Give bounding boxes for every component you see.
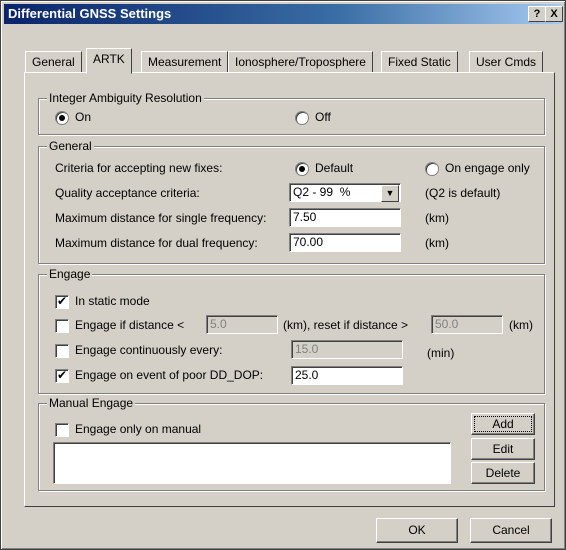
tab-page-artk: Integer Ambiguity Resolution On Off Gene… <box>24 72 555 507</box>
engage-only-manual-label: Engage only on manual <box>75 422 202 436</box>
single-frequency-input[interactable]: 7.50 <box>289 208 401 227</box>
integer-ambiguity-title: Integer Ambiguity Resolution <box>47 91 204 105</box>
quality-note: (Q2 is default) <box>425 186 501 200</box>
ambiguity-off-radio[interactable] <box>295 111 309 125</box>
title-bar: Differential GNSS Settings ? X <box>4 4 563 24</box>
add-button[interactable]: Add <box>471 413 535 435</box>
close-button[interactable]: X <box>545 6 563 22</box>
dual-frequency-label: Maximum distance for dual frequency: <box>55 236 258 250</box>
engage-distance-label: Engage if distance < <box>75 318 185 332</box>
continuous-engage-unit: (min) <box>427 346 455 360</box>
tab-user-cmds[interactable]: User Cmds <box>469 51 544 73</box>
poor-ddop-label: Engage on event of poor DD_DOP: <box>75 368 264 382</box>
poor-ddop-checkbox[interactable] <box>55 368 69 383</box>
edit-button[interactable]: Edit <box>471 438 535 460</box>
quality-select-value: Q2 - 99 % <box>293 185 351 199</box>
criteria-label: Criteria for accepting new fixes: <box>55 161 223 175</box>
criteria-default-label: Default <box>315 161 354 175</box>
tab-fixed-static[interactable]: Fixed Static <box>381 51 458 73</box>
reset-distance-input[interactable]: 50.0 <box>431 315 503 334</box>
engage-group: Engage In static mode Engage if distance… <box>38 267 545 394</box>
engage-distance-input[interactable]: 5.0 <box>206 315 278 334</box>
chevron-down-icon[interactable]: ▼ <box>381 185 399 202</box>
cancel-button[interactable]: Cancel <box>470 518 552 543</box>
single-frequency-label: Maximum distance for single frequency: <box>55 211 267 225</box>
general-group-title: General <box>47 139 94 153</box>
quality-select[interactable]: Q2 - 99 % ▼ <box>289 183 401 202</box>
dual-frequency-input[interactable]: 70.00 <box>289 233 401 252</box>
continuous-engage-label: Engage continuously every: <box>75 343 223 357</box>
criteria-engage-only-label: On engage only <box>445 161 530 175</box>
continuous-engage-checkbox[interactable] <box>55 344 69 358</box>
ok-button[interactable]: OK <box>376 518 458 543</box>
reset-distance-label: (km), reset if distance > <box>283 318 409 332</box>
engage-only-manual-checkbox[interactable] <box>55 423 69 437</box>
static-mode-checkbox[interactable] <box>55 294 69 309</box>
engage-distance-checkbox[interactable] <box>55 319 69 333</box>
quality-label: Quality acceptance criteria: <box>55 186 200 200</box>
tab-ionosphere-troposphere[interactable]: Ionosphere/Troposphere <box>228 51 373 73</box>
tab-measurement[interactable]: Measurement <box>141 51 229 73</box>
manual-engage-group: Manual Engage Engage only on manual Add … <box>38 396 545 491</box>
delete-button[interactable]: Delete <box>471 462 535 484</box>
continuous-engage-input[interactable]: 15.0 <box>291 340 403 359</box>
manual-engage-title: Manual Engage <box>47 396 136 410</box>
ambiguity-on-radio[interactable] <box>55 111 69 125</box>
dialog-window: Differential GNSS Settings ? X General A… <box>0 0 566 550</box>
static-mode-label: In static mode <box>75 294 150 308</box>
tab-general[interactable]: General <box>25 51 82 73</box>
ambiguity-off-label: Off <box>315 110 331 124</box>
help-button[interactable]: ? <box>528 6 546 22</box>
poor-ddop-input[interactable]: 25.0 <box>291 366 403 385</box>
manual-engage-list[interactable] <box>53 442 451 484</box>
window-title: Differential GNSS Settings <box>8 6 172 21</box>
general-group: General Criteria for accepting new fixes… <box>38 139 545 264</box>
engage-group-title: Engage <box>47 267 93 281</box>
criteria-default-radio[interactable] <box>295 162 309 176</box>
tab-artk[interactable]: ARTK <box>86 48 132 74</box>
dual-frequency-unit: (km) <box>425 236 449 250</box>
ambiguity-on-label: On <box>75 110 92 124</box>
integer-ambiguity-group: Integer Ambiguity Resolution On Off <box>38 91 545 135</box>
single-frequency-unit: (km) <box>425 211 449 225</box>
criteria-engage-only-radio[interactable] <box>425 162 439 176</box>
reset-distance-unit: (km) <box>509 318 533 332</box>
